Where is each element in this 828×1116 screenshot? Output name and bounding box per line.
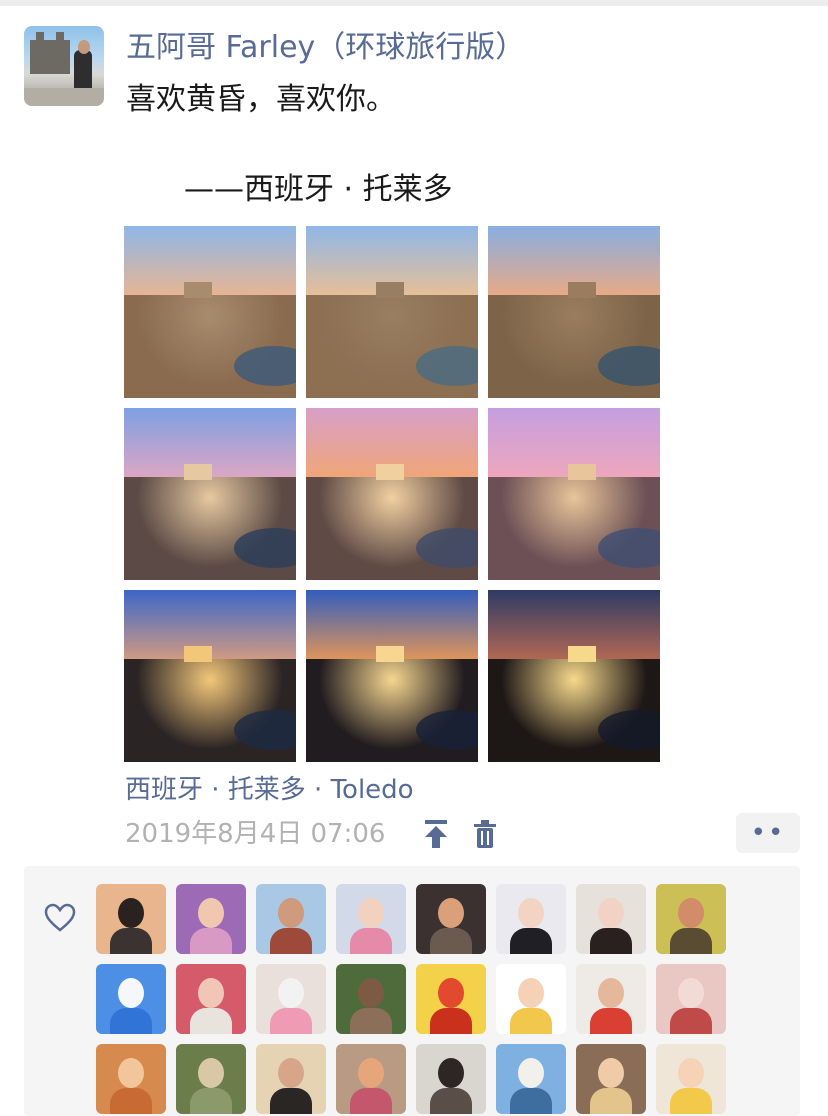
liker-avatar[interactable] [496,884,566,954]
liker-body [670,1088,712,1114]
liker-body [110,1008,152,1034]
liker-avatar[interactable] [336,964,406,1034]
liker-body [590,1008,632,1034]
more-actions-button[interactable]: •• [736,813,800,853]
liker-avatar[interactable] [576,884,646,954]
photo-castle [184,646,212,662]
liker-avatar[interactable] [416,964,486,1034]
liker-body [190,1088,232,1114]
liker-face [598,1058,624,1088]
author-avatar[interactable] [24,26,104,106]
photo-castle [184,282,212,298]
avatar-wall [24,88,104,106]
photo-thumbnail[interactable] [488,590,660,762]
photo-thumbnail[interactable] [488,226,660,398]
photo-castle [376,646,404,662]
liker-avatar[interactable] [336,884,406,954]
photo-castle [376,464,404,480]
liker-body [430,928,472,954]
photo-grid [124,226,660,762]
liker-face [118,978,144,1008]
photo-castle [568,282,596,298]
liker-face [198,898,224,928]
liker-body [190,928,232,954]
liker-avatar[interactable] [176,884,246,954]
liker-face [518,978,544,1008]
top-divider [0,0,828,6]
liker-body [430,1008,472,1034]
liker-body [270,928,312,954]
liker-avatar[interactable] [256,964,326,1034]
photo-thumbnail[interactable] [306,226,478,398]
liker-face [678,898,704,928]
photo-thumbnail[interactable] [124,408,296,580]
photo-castle [184,464,212,480]
liker-face [118,1058,144,1088]
liker-avatar[interactable] [576,964,646,1034]
liker-face [438,898,464,928]
post-text-line-1: 喜欢黄昏，喜欢你。 [126,82,396,117]
liker-avatar[interactable] [96,884,166,954]
liker-avatar[interactable] [416,884,486,954]
liker-face [518,1058,544,1088]
liker-face [278,978,304,1008]
photo-thumbnail[interactable] [306,590,478,762]
liker-body [510,928,552,954]
liker-face [118,898,144,928]
liker-face [358,978,384,1008]
liker-face [358,898,384,928]
avatar-head [78,40,90,54]
photo-thumbnail[interactable] [488,408,660,580]
photo-castle [568,464,596,480]
liker-face [678,1058,704,1088]
liker-face [198,978,224,1008]
photo-thumbnail[interactable] [306,408,478,580]
liker-body [510,1008,552,1034]
liker-avatar[interactable] [176,964,246,1034]
liker-body [670,1008,712,1034]
liker-body [590,1088,632,1114]
liker-body [430,1088,472,1114]
liker-body [350,1088,392,1114]
photo-thumbnail[interactable] [124,590,296,762]
liker-face [278,898,304,928]
liker-body [110,928,152,954]
liker-face [598,978,624,1008]
liker-face [198,1058,224,1088]
liker-body [110,1088,152,1114]
author-name[interactable]: 五阿哥 Farley（环球旅行版） [126,28,525,68]
location-link[interactable]: 西班牙 · 托莱多 · Toledo [125,773,414,807]
liker-face [598,898,624,928]
photo-castle [376,282,404,298]
liker-body [670,928,712,954]
liker-face [358,1058,384,1088]
trash-icon[interactable] [472,818,498,850]
liker-face [438,978,464,1008]
liker-face [278,1058,304,1088]
tower-bridge-graphic [30,32,70,74]
liker-face [438,1058,464,1088]
post-timestamp: 2019年8月4日 07:06 [125,819,386,849]
liker-avatar[interactable] [256,884,326,954]
liker-avatar[interactable] [496,964,566,1034]
liker-avatar[interactable] [656,884,726,954]
liker-body [190,1008,232,1034]
post-text-line-2: ——西班牙 · 托莱多 [184,172,453,207]
liker-avatar[interactable] [656,964,726,1034]
liker-body [510,1088,552,1114]
liker-body [270,1008,312,1034]
photo-castle [568,646,596,662]
liker-face [518,898,544,928]
liker-avatar[interactable] [96,964,166,1034]
liker-face [678,978,704,1008]
pin-to-top-icon[interactable] [422,818,450,850]
liker-body [350,928,392,954]
liker-body [270,1088,312,1114]
liker-body [590,928,632,954]
heart-icon [44,903,76,932]
liker-body [350,1008,392,1034]
photo-thumbnail[interactable] [124,226,296,398]
